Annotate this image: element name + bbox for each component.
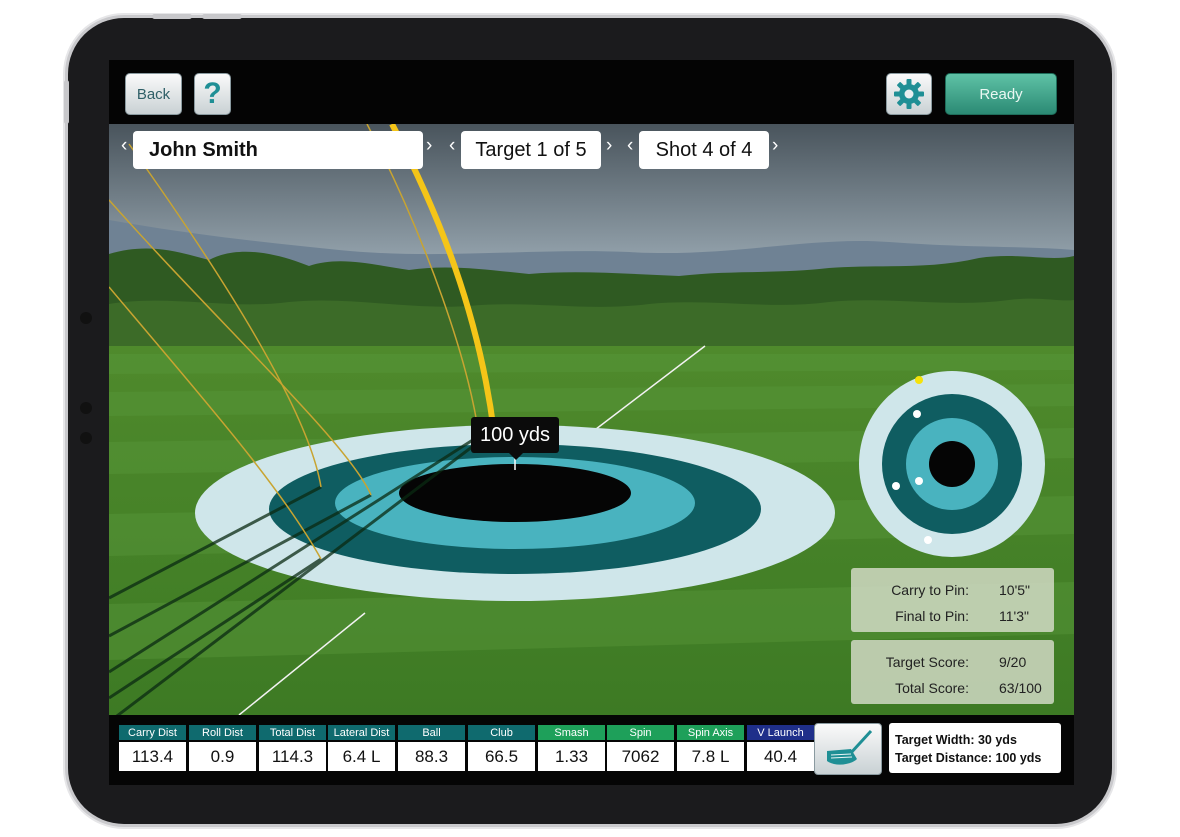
stat-carry-dist: Carry Dist 113.4 bbox=[119, 725, 186, 771]
player-prev-button[interactable]: ‹ bbox=[121, 135, 127, 157]
shot-prev-button[interactable]: ‹ bbox=[627, 135, 633, 157]
shot-dot bbox=[915, 376, 923, 384]
settings-button[interactable] bbox=[886, 73, 932, 115]
stat-value: 7.8 L bbox=[677, 742, 744, 771]
target-prev-button[interactable]: ‹ bbox=[449, 135, 455, 157]
target-score-value: 9/20 bbox=[999, 654, 1027, 670]
stat-label: Carry Dist bbox=[119, 725, 186, 740]
stat-value: 0.9 bbox=[189, 742, 256, 771]
shot-dot bbox=[915, 477, 923, 485]
total-score-label: Total Score: bbox=[895, 680, 969, 696]
app-screen: Back ? Ready ‹ John Smith › ‹ Target 1 o… bbox=[109, 60, 1074, 785]
player-name[interactable]: John Smith bbox=[133, 131, 423, 169]
stat-value: 40.4 bbox=[747, 742, 814, 771]
player-next-button[interactable]: › bbox=[426, 135, 432, 157]
stat-label: Lateral Dist bbox=[328, 725, 395, 740]
distance-tooltip: 100 yds bbox=[471, 417, 559, 460]
stat-label: Spin bbox=[607, 725, 674, 740]
stat-label: Smash bbox=[538, 725, 605, 740]
stat-club: Club 66.5 bbox=[468, 725, 535, 771]
stat-value: 88.3 bbox=[398, 742, 465, 771]
camera bbox=[80, 312, 92, 324]
target-distance: Target Distance: 100 yds bbox=[895, 751, 1042, 765]
stat-value: 7062 bbox=[607, 742, 674, 771]
stat-roll-dist: Roll Dist 0.9 bbox=[189, 725, 256, 771]
stat-label: Club bbox=[468, 725, 535, 740]
shot-selector[interactable]: Shot 4 of 4 bbox=[639, 131, 769, 169]
shot-dot bbox=[892, 482, 900, 490]
ready-button[interactable]: Ready bbox=[945, 73, 1057, 115]
pin-distance-panel: Carry to Pin: 10'5" Final to Pin: 11'3" bbox=[851, 568, 1054, 632]
target-selector[interactable]: Target 1 of 5 bbox=[461, 131, 601, 169]
top-toolbar: Back ? Ready bbox=[109, 60, 1074, 124]
stat-spin: Spin 7062 bbox=[607, 725, 674, 771]
sensor bbox=[80, 402, 92, 414]
stat-value: 114.3 bbox=[259, 742, 326, 771]
carry-to-pin-label: Carry to Pin: bbox=[891, 582, 969, 598]
stat-v-launch: V Launch 40.4 bbox=[747, 725, 814, 771]
stat-smash: Smash 1.33 bbox=[538, 725, 605, 771]
help-button[interactable]: ? bbox=[194, 73, 231, 115]
sensor bbox=[80, 432, 92, 444]
stat-lateral-dist: Lateral Dist 6.4 L bbox=[328, 725, 395, 771]
target-map-center bbox=[929, 441, 975, 487]
stat-value: 1.33 bbox=[538, 742, 605, 771]
stat-ball: Ball 88.3 bbox=[398, 725, 465, 771]
score-panel: Target Score: 9/20 Total Score: 63/100 bbox=[851, 640, 1054, 704]
stat-total-dist: Total Dist 114.3 bbox=[259, 725, 326, 771]
stat-value: 113.4 bbox=[119, 742, 186, 771]
power-button bbox=[64, 80, 69, 124]
shot-dot bbox=[924, 536, 932, 544]
total-score-value: 63/100 bbox=[999, 680, 1042, 696]
stat-spin-axis: Spin Axis 7.8 L bbox=[677, 725, 744, 771]
back-button[interactable]: Back bbox=[125, 73, 182, 115]
club-select-button[interactable] bbox=[814, 723, 882, 775]
final-to-pin-value: 11'3" bbox=[999, 608, 1029, 624]
stat-label: V Launch bbox=[747, 725, 814, 740]
stat-value: 66.5 bbox=[468, 742, 535, 771]
target-width: Target Width: 30 yds bbox=[895, 733, 1017, 747]
carry-to-pin-value: 10'5" bbox=[999, 582, 1031, 598]
target-score-label: Target Score: bbox=[885, 654, 969, 670]
shot-next-button[interactable]: › bbox=[772, 135, 778, 157]
stat-label: Spin Axis bbox=[677, 725, 744, 740]
stats-bar: Carry Dist 113.4 Roll Dist 0.9 Total Dist 114… bbox=[109, 715, 1074, 785]
golf-club-icon bbox=[827, 729, 873, 765]
stat-label: Roll Dist bbox=[189, 725, 256, 740]
shot-dot bbox=[913, 410, 921, 418]
volume-button bbox=[152, 14, 192, 19]
gear-icon bbox=[894, 79, 924, 109]
stat-label: Total Dist bbox=[259, 725, 326, 740]
range-scene: ‹ John Smith › ‹ Target 1 of 5 › ‹ Shot … bbox=[109, 124, 1074, 715]
target-next-button[interactable]: › bbox=[606, 135, 612, 157]
stat-label: Ball bbox=[398, 725, 465, 740]
target-bullseye bbox=[399, 464, 631, 522]
selector-row: ‹ John Smith › ‹ Target 1 of 5 › ‹ Shot … bbox=[109, 124, 1074, 177]
target-info: Target Width: 30 yds Target Distance: 10… bbox=[889, 723, 1061, 773]
stat-value: 6.4 L bbox=[328, 742, 395, 771]
final-to-pin-label: Final to Pin: bbox=[895, 608, 969, 624]
volume-button bbox=[202, 14, 242, 19]
